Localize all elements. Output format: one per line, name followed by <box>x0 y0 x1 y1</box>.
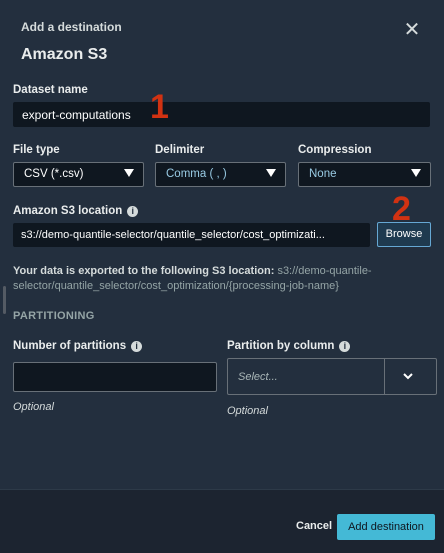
export-notice-prefix: Your data is exported to the following S… <box>13 265 275 277</box>
partitioning-section-title: PARTITIONING <box>13 310 95 322</box>
modal-header: Add a destination Amazon S3 ✕ <box>0 0 444 78</box>
info-icon[interactable]: i <box>127 206 139 217</box>
close-icon[interactable]: ✕ <box>402 20 422 40</box>
cancel-button[interactable]: Cancel <box>296 520 332 532</box>
file-type-label: File type <box>13 144 60 156</box>
s3-location-input[interactable]: s3://demo-quantile-selector/quantile_sel… <box>13 223 370 247</box>
annotation-number-1: 1 <box>150 88 169 126</box>
s3-location-label-row: Amazon S3 location i <box>13 205 139 217</box>
s3-location-label: Amazon S3 location <box>13 205 123 217</box>
info-icon[interactable]: i <box>131 341 143 352</box>
caret-down-icon <box>266 169 276 177</box>
file-type-value: CSV (*.csv) <box>24 168 84 180</box>
file-type-select[interactable]: CSV (*.csv) <box>13 162 144 187</box>
resize-handle[interactable] <box>3 286 6 314</box>
partition-column-placeholder: Select... <box>238 371 278 383</box>
caret-down-icon <box>411 169 421 177</box>
delimiter-label: Delimiter <box>155 144 205 156</box>
info-icon[interactable]: i <box>339 341 351 352</box>
delimiter-select[interactable]: Comma ( , ) <box>155 162 286 187</box>
dataset-name-input[interactable]: export-computations <box>13 102 430 127</box>
modal-subtitle: Add a destination <box>21 20 122 34</box>
compression-select[interactable]: None <box>298 162 431 187</box>
partition-column-select[interactable]: Select... <box>227 358 437 395</box>
num-partitions-helper: Optional <box>13 401 54 413</box>
add-destination-modal: Add a destination Amazon S3 ✕ Dataset na… <box>0 0 444 553</box>
num-partitions-input[interactable] <box>13 362 217 392</box>
select-divider <box>384 359 385 394</box>
export-location-notice: Your data is exported to the following S… <box>13 264 429 294</box>
modal-title: Amazon S3 <box>21 46 108 63</box>
num-partitions-label-row: Number of partitions i <box>13 340 143 352</box>
caret-down-icon <box>124 169 134 177</box>
partition-column-helper: Optional <box>227 405 268 417</box>
dataset-name-label: Dataset name <box>13 84 88 96</box>
add-destination-button[interactable]: Add destination <box>337 514 435 540</box>
annotation-number-2: 2 <box>392 190 411 228</box>
partition-column-label: Partition by column <box>227 340 335 352</box>
num-partitions-label: Number of partitions <box>13 340 127 352</box>
delimiter-value: Comma ( , ) <box>166 168 227 180</box>
compression-value: None <box>309 168 337 180</box>
chevron-down-icon[interactable] <box>402 370 414 382</box>
compression-label: Compression <box>298 144 372 156</box>
partition-column-label-row: Partition by column i <box>227 340 351 352</box>
